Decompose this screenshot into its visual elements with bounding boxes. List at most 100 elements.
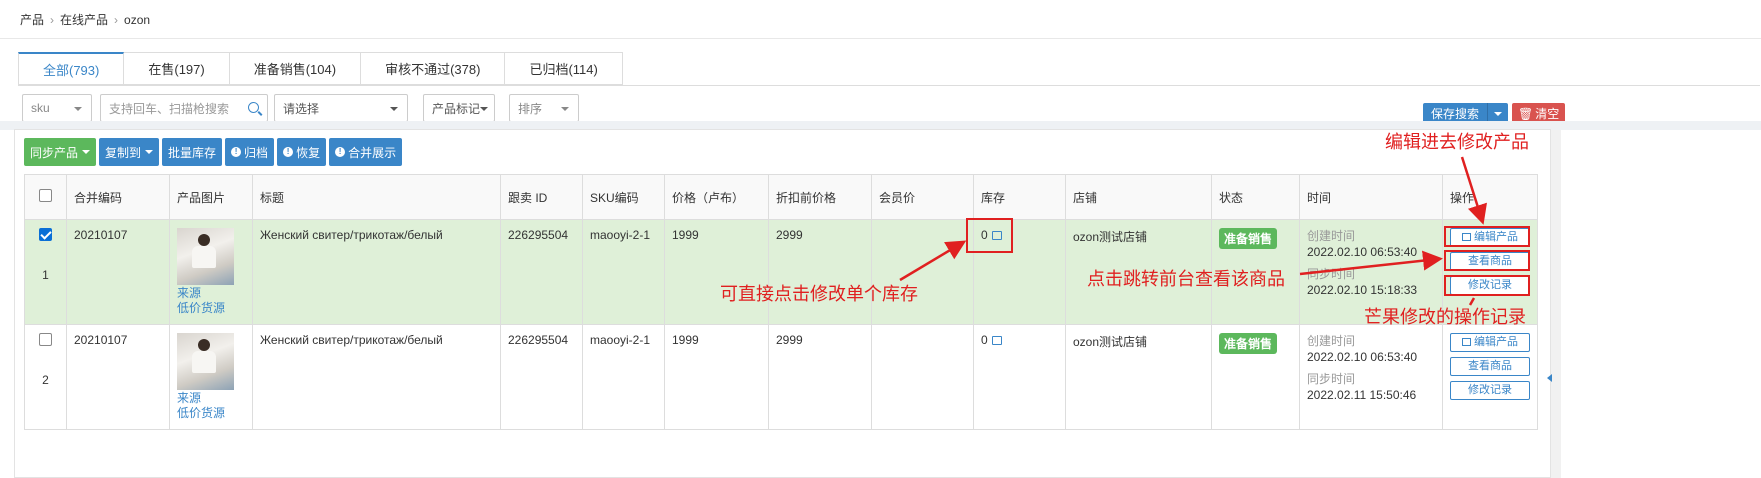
caret-down-icon bbox=[480, 107, 488, 111]
status-badge: 准备销售 bbox=[1219, 333, 1278, 354]
cheap-source-link[interactable]: 低价货源 bbox=[177, 406, 245, 421]
row-checkbox[interactable] bbox=[39, 228, 52, 241]
price-cell: 1999 bbox=[664, 219, 769, 325]
col-time: 时间 bbox=[1299, 174, 1443, 220]
col-stock: 库存 bbox=[973, 174, 1066, 220]
title-cell: Женский свитер/трикотаж/белый bbox=[252, 219, 501, 325]
view-product-button[interactable]: 查看商品 bbox=[1450, 252, 1530, 271]
table-row[interactable]: 1 20210107 来源 低价货源 Женский свитер/трикот… bbox=[24, 219, 1538, 325]
col-original-price: 折扣前价格 bbox=[768, 174, 872, 220]
row-checkbox[interactable] bbox=[39, 333, 52, 346]
scrollbar[interactable] bbox=[1551, 130, 1561, 478]
merge-display-button[interactable]: ! 合并展示 bbox=[329, 138, 403, 166]
follow-id-cell: 226295504 bbox=[500, 219, 583, 325]
status-tabs: 全部(793) 在售(197) 准备销售(104) 审核不通过(378) 已归档… bbox=[18, 52, 623, 85]
merge-code-cell: 20210107 bbox=[66, 324, 170, 430]
shop-cell: ozon测试店铺 bbox=[1065, 324, 1212, 430]
sku-cell: maooyi-2-1 bbox=[582, 324, 665, 430]
breadcrumb-item[interactable]: 产品 bbox=[20, 11, 44, 28]
sku-cell: maooyi-2-1 bbox=[582, 219, 665, 325]
stock-value[interactable]: 0 bbox=[981, 228, 988, 242]
caret-down-icon bbox=[82, 150, 91, 154]
product-thumbnail[interactable] bbox=[177, 333, 234, 390]
cheap-source-link[interactable]: 低价货源 bbox=[177, 301, 245, 316]
change-log-button[interactable]: 修改记录 bbox=[1450, 276, 1530, 295]
filter-bar: sku 支持回车、扫描枪搜索 请选择 产品标记 排序 bbox=[22, 94, 579, 122]
col-follow-id: 跟卖 ID bbox=[500, 174, 583, 220]
log-annotation: 芒果修改的操作记录 bbox=[1364, 307, 1526, 327]
row-select-cell: 2 bbox=[24, 324, 67, 430]
edit-icon[interactable] bbox=[991, 231, 1002, 240]
divider bbox=[18, 85, 1760, 86]
breadcrumb-item[interactable]: 在线产品 bbox=[60, 11, 108, 28]
bulk-toolbar: 同步产品 复制到 批量库存 ! 归档 ! 恢复 ! 合并展示 bbox=[24, 138, 405, 166]
stock-value[interactable]: 0 bbox=[981, 333, 988, 347]
caret-down-icon bbox=[145, 150, 154, 154]
edit-icon bbox=[1462, 338, 1471, 346]
follow-id-cell: 226295504 bbox=[500, 324, 583, 430]
created-label: 创建时间 bbox=[1307, 229, 1356, 243]
col-shop: 店铺 bbox=[1065, 174, 1212, 220]
view-annotation: 点击跳转前台查看该商品 bbox=[1087, 269, 1285, 289]
table-header: 合并编码 产品图片 标题 跟卖 ID SKU编码 价格（卢布） 折扣前价格 会员… bbox=[24, 174, 1538, 220]
view-product-button[interactable]: 查看商品 bbox=[1450, 357, 1530, 376]
tab-archived[interactable]: 已归档(114) bbox=[505, 52, 623, 85]
row-number: 2 bbox=[42, 373, 49, 387]
category-select[interactable]: 请选择 bbox=[274, 94, 408, 122]
tab-rejected[interactable]: 审核不通过(378) bbox=[361, 52, 506, 85]
created-time: 2022.02.10 06:53:40 bbox=[1307, 245, 1418, 259]
restore-button[interactable]: ! 恢复 bbox=[277, 138, 327, 166]
status-cell: 准备销售 bbox=[1211, 324, 1300, 430]
tab-all[interactable]: 全部(793) bbox=[18, 52, 125, 85]
edit-icon[interactable] bbox=[991, 336, 1002, 345]
col-title: 标题 bbox=[252, 174, 501, 220]
actions-cell: 编辑产品 查看商品 修改记录 bbox=[1442, 324, 1538, 430]
image-cell: 来源 低价货源 bbox=[169, 219, 253, 325]
time-cell: 创建时间 2022.02.10 06:53:40 同步时间 2022.02.11… bbox=[1299, 324, 1443, 430]
breadcrumb-item: ozon bbox=[124, 12, 151, 27]
synced-label: 同步时间 bbox=[1307, 372, 1356, 386]
original-price-cell: 2999 bbox=[768, 324, 872, 430]
trash-icon: 🗑 bbox=[1518, 106, 1534, 121]
row-number: 1 bbox=[42, 268, 49, 282]
sort-select[interactable]: 排序 bbox=[509, 94, 579, 122]
sync-products-button[interactable]: 同步产品 bbox=[24, 138, 97, 166]
col-merge-code: 合并编码 bbox=[66, 174, 170, 220]
sku-select[interactable]: sku bbox=[22, 94, 92, 122]
collapse-arrow-icon[interactable] bbox=[1545, 370, 1555, 386]
created-label: 创建时间 bbox=[1307, 334, 1356, 348]
product-thumbnail[interactable] bbox=[177, 228, 234, 285]
caret-down-icon[interactable] bbox=[1488, 111, 1508, 116]
edit-product-button[interactable]: 编辑产品 bbox=[1450, 333, 1530, 352]
synced-time: 2022.02.10 15:18:33 bbox=[1307, 283, 1418, 297]
info-icon: ! bbox=[335, 147, 346, 157]
source-link[interactable]: 来源 bbox=[177, 286, 245, 301]
change-log-button[interactable]: 修改记录 bbox=[1450, 381, 1530, 400]
edit-annotation: 编辑进去修改产品 bbox=[1385, 132, 1529, 152]
col-member-price: 会员价 bbox=[871, 174, 974, 220]
table-row[interactable]: 2 20210107 来源 低价货源 Женский свитер/трикот… bbox=[24, 324, 1538, 430]
caret-down-icon bbox=[561, 107, 569, 111]
tab-ready[interactable]: 准备销售(104) bbox=[229, 52, 362, 85]
col-status: 状态 bbox=[1211, 174, 1300, 220]
caret-down-icon bbox=[390, 107, 398, 111]
archive-button[interactable]: ! 归档 bbox=[225, 138, 275, 166]
row-select-cell: 1 bbox=[24, 219, 67, 325]
select-all-cell bbox=[24, 174, 67, 220]
info-icon: ! bbox=[231, 147, 242, 157]
select-all-checkbox[interactable] bbox=[39, 189, 52, 202]
search-icon[interactable] bbox=[248, 102, 259, 113]
edit-icon bbox=[1462, 233, 1471, 241]
search-input[interactable]: 支持回车、扫描枪搜索 bbox=[100, 94, 268, 122]
info-icon: ! bbox=[283, 147, 294, 157]
bulk-stock-button[interactable]: 批量库存 bbox=[162, 138, 223, 166]
copy-to-button[interactable]: 复制到 bbox=[99, 138, 160, 166]
caret-down-icon bbox=[74, 107, 82, 111]
edit-product-button[interactable]: 编辑产品 bbox=[1450, 228, 1530, 247]
source-link[interactable]: 来源 bbox=[177, 391, 245, 406]
chevron-right-icon: › bbox=[114, 12, 119, 27]
product-tag-dropdown[interactable]: 产品标记 bbox=[423, 94, 495, 122]
synced-label: 同步时间 bbox=[1307, 267, 1356, 281]
tab-on-sale[interactable]: 在售(197) bbox=[124, 52, 230, 85]
title-cell: Женский свитер/трикотаж/белый bbox=[252, 324, 501, 430]
